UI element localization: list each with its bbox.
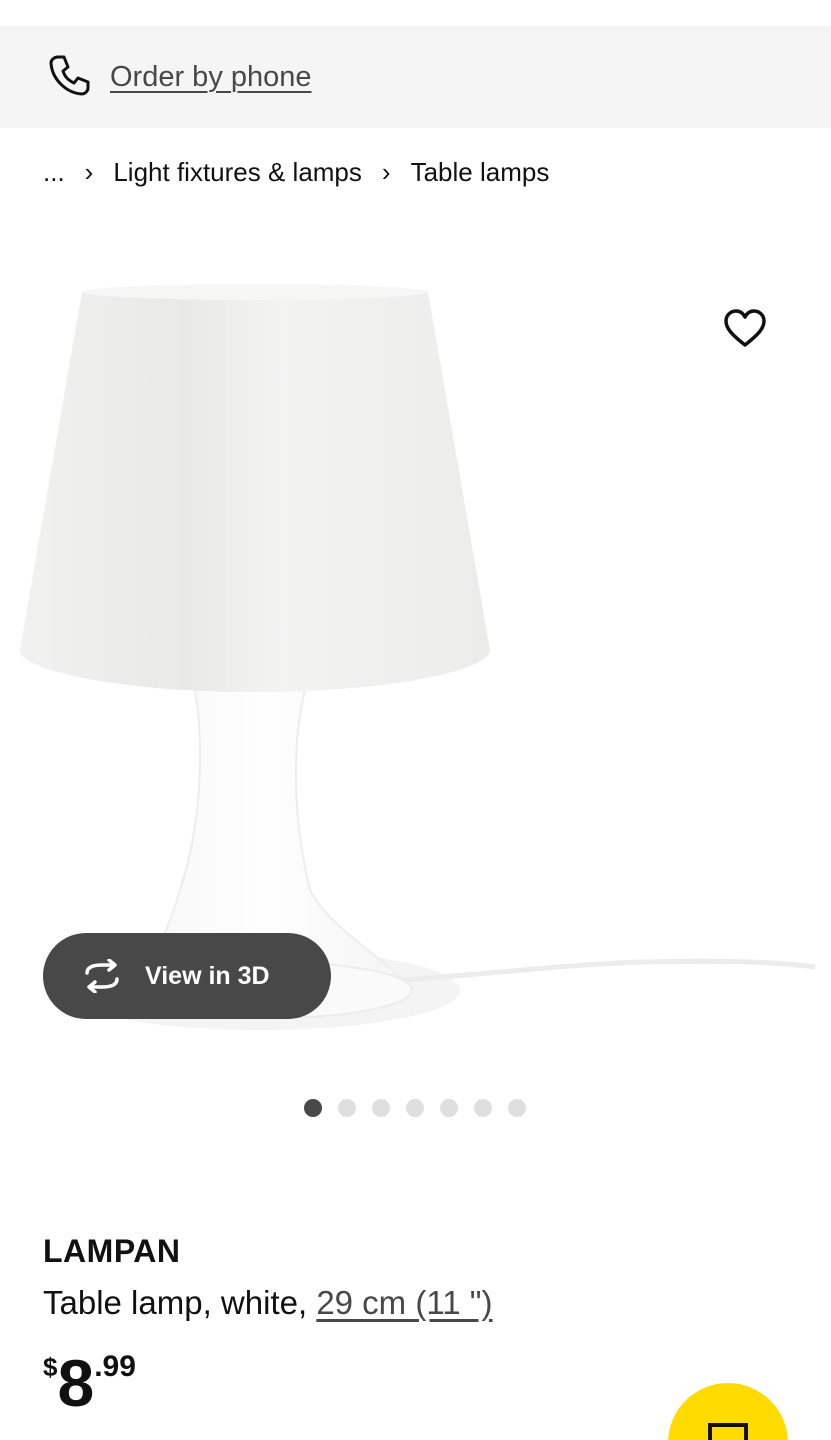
pagination-dot-7[interactable] [508, 1099, 526, 1117]
pagination-dot-6[interactable] [474, 1099, 492, 1117]
chevron-right-icon: › [381, 156, 391, 187]
breadcrumb-item-light-fixtures[interactable]: Light fixtures & lamps [113, 157, 362, 188]
heart-icon [724, 309, 766, 347]
view-in-3d-label: View in 3D [145, 961, 270, 990]
chevron-right-icon: › [84, 156, 94, 187]
product-name: LAMPAN [43, 1233, 181, 1269]
price-currency: $ [43, 1352, 58, 1382]
phone-icon [46, 52, 92, 103]
pagination-dot-4[interactable] [406, 1099, 424, 1117]
rotate-3d-icon [85, 959, 119, 993]
price-integer: 8 [57, 1346, 95, 1420]
product-description: Table lamp, white, 29 cm (11 ") [43, 1284, 492, 1322]
pagination-dot-1[interactable] [304, 1099, 322, 1117]
product-price: $ 8 .99 [43, 1348, 136, 1416]
chat-fab-button[interactable] [668, 1383, 788, 1440]
pagination-dot-2[interactable] [338, 1099, 356, 1117]
view-in-3d-button[interactable]: View in 3D [43, 933, 331, 1019]
breadcrumb: ... › Light fixtures & lamps › Table lam… [43, 152, 549, 192]
order-by-phone-link[interactable]: Order by phone [110, 61, 312, 94]
pagination-dot-5[interactable] [440, 1099, 458, 1117]
breadcrumb-item-table-lamps[interactable]: Table lamps [411, 157, 550, 188]
favorite-button[interactable] [716, 300, 774, 358]
chat-icon [708, 1423, 748, 1440]
image-pagination-dots [304, 1099, 526, 1117]
order-by-phone-bar: Order by phone [0, 26, 831, 128]
product-type-text: Table lamp, white, [43, 1284, 317, 1321]
pagination-dot-3[interactable] [372, 1099, 390, 1117]
price-decimal: .99 [94, 1350, 136, 1383]
breadcrumb-ellipsis[interactable]: ... [43, 157, 65, 188]
product-size-link[interactable]: 29 cm (11 ") [316, 1284, 492, 1321]
